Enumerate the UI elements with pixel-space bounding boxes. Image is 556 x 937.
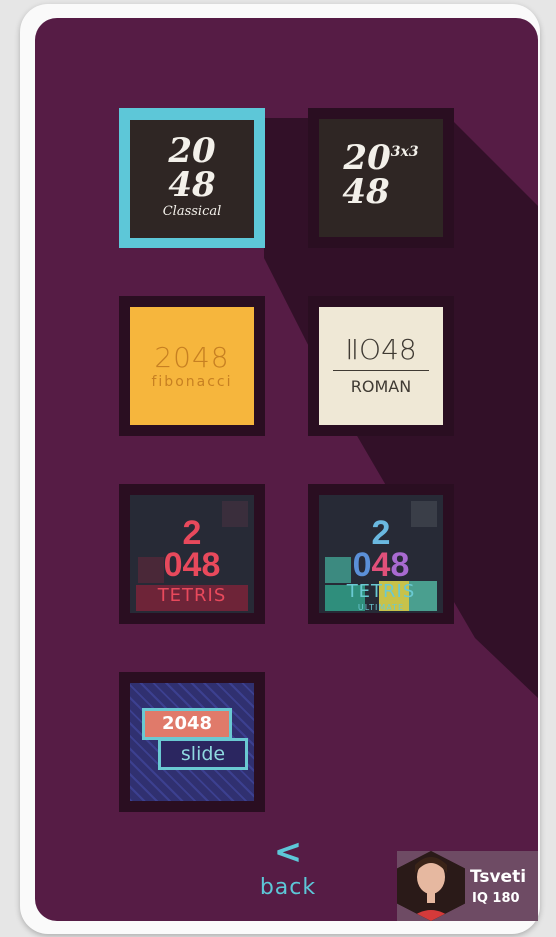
game-tile-3x3[interactable]: 203x3 48 (308, 108, 454, 248)
chevron-left-icon: < (273, 832, 303, 872)
tetris-ultimate-tag: ULTIMATE (357, 603, 405, 612)
game-tile-tetris[interactable]: 2 048 TETRIS (119, 484, 265, 624)
tetris-ultimate-cover: 2 048 TETRIS ULTIMATE (319, 495, 443, 613)
slide-subtitle: slide (158, 738, 248, 770)
game-tile-tetris-ultimate[interactable]: 2 048 TETRIS ULTIMATE (308, 484, 454, 624)
classical-title-bottom: 48 (168, 165, 216, 205)
slide-cover: 2048 slide (130, 683, 254, 801)
fibonacci-subtitle: fibonacci (151, 374, 233, 390)
game-select-screen: 20 48 Classical 203x3 48 2048 fibonacci … (35, 18, 538, 921)
classical-subtitle: Classical (162, 204, 222, 219)
tetris-ultimate-title-top: 2 (371, 514, 391, 552)
fibonacci-title: 2048 (154, 341, 230, 374)
tetris-title-top: 2 (182, 514, 202, 552)
avatar (397, 851, 465, 921)
classical-cover: 20 48 Classical (130, 120, 254, 238)
game-tile-slide[interactable]: 2048 slide (119, 672, 265, 812)
tetris-title-bottom: 048 (163, 546, 221, 584)
game-tile-roman[interactable]: ⅡO48 ROMAN (308, 296, 454, 436)
roman-subtitle: ROMAN (350, 377, 412, 396)
tetris-cover: 2 048 TETRIS (130, 495, 254, 613)
player-iq: IQ 180 (472, 891, 520, 906)
tetris-ultimate-title-bottom: 048 (352, 546, 410, 584)
game-tile-fibonacci[interactable]: 2048 fibonacci (119, 296, 265, 436)
tetris-ultimate-subtitle: TETRIS (346, 581, 416, 602)
player-name: Tsveti (470, 867, 527, 887)
back-button[interactable]: < back (255, 835, 321, 910)
tetris-subtitle: TETRIS (157, 585, 227, 606)
game-tile-classical[interactable]: 20 48 Classical (119, 108, 265, 248)
3x3-superscript: 3x3 (390, 144, 419, 160)
classical-title-top: 20 (168, 131, 216, 171)
long-shadow (264, 118, 538, 698)
back-label: back (259, 875, 317, 900)
slide-title: 2048 (142, 708, 232, 740)
3x3-cover: 203x3 48 (319, 119, 443, 237)
player-card[interactable]: Tsveti IQ 180 (397, 851, 538, 921)
3x3-title-bottom: 48 (342, 172, 390, 212)
fibonacci-cover: 2048 fibonacci (130, 307, 254, 425)
roman-rule (333, 370, 429, 371)
roman-cover: ⅡO48 ROMAN (319, 307, 443, 425)
roman-title: ⅡO48 (345, 333, 417, 366)
avatar-photo-icon (397, 851, 465, 921)
